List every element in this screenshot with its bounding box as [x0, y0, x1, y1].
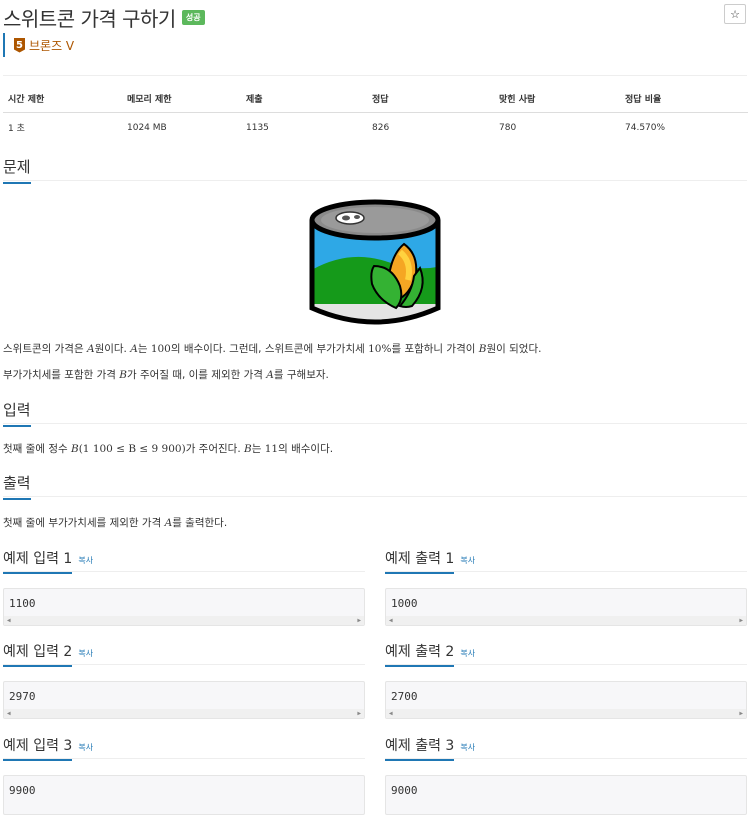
table-cell: 780 — [499, 122, 517, 133]
divider — [3, 423, 747, 424]
table-cell: 1 초 — [8, 124, 25, 134]
table-cell: 1135 — [246, 122, 269, 133]
text: 부가가치세를 포함한 가격 — [3, 369, 120, 381]
scroll-right-icon[interactable]: ▶ — [739, 617, 743, 624]
scroll-left-icon[interactable]: ◀ — [389, 710, 393, 717]
sample-output-text: 9000 — [391, 784, 418, 797]
star-button[interactable]: ☆ — [724, 4, 746, 24]
divider — [3, 496, 747, 497]
description-paragraph-2: 부가가치세를 포함한 가격 B가 주어질 때, 이를 제외한 가격 A를 구해보… — [3, 367, 329, 382]
copy-button[interactable]: 복사 — [78, 648, 93, 659]
description-paragraph-1: 스위트콘의 가격은 A원이다. A는 100의 배수이다. 그런데, 스위트콘에… — [3, 341, 541, 356]
problem-info-table: 시간 제한 메모리 제한 제출 정답 맞힌 사람 정답 비율 1 초 1024 … — [3, 88, 748, 142]
table-header: 맞힌 사람 — [494, 88, 620, 113]
divider — [385, 664, 747, 665]
text: 첫째 줄에 정수 — [3, 443, 71, 455]
sample-input-1-box[interactable]: 1100 ◀ ▶ — [3, 588, 365, 626]
output-description: 첫째 줄에 부가가치세를 제외한 가격 A를 출력한다. — [3, 515, 227, 530]
divider — [3, 664, 365, 665]
math-var: A — [266, 369, 274, 381]
copy-button[interactable]: 복사 — [460, 742, 475, 753]
scroll-right-icon[interactable]: ▶ — [739, 710, 743, 717]
table-row: 1 초 1024 MB 1135 826 780 74.570% — [3, 113, 748, 143]
text: 첫째 줄에 부가가치세를 제외한 가격 — [3, 517, 165, 529]
table-cell: 1024 MB — [127, 122, 167, 133]
math-num: 10% — [368, 343, 392, 355]
page-title: 스위트콘 가격 구하기 — [3, 7, 176, 31]
sample-input-3-box[interactable]: 9900 — [3, 775, 365, 815]
table-header: 정답 — [367, 88, 494, 113]
text: 의 배수이다. 그런데, 스위트콘에 부가가치세 — [170, 343, 369, 355]
input-description: 첫째 줄에 정수 B(1 100 ≤ B ≤ 9 900)가 주어진다. B는 … — [3, 441, 333, 456]
horizontal-scrollbar[interactable]: ◀ ▶ — [4, 709, 364, 718]
sample-input-2-box[interactable]: 2970 ◀ ▶ — [3, 681, 365, 719]
sample-output-text: 2700 — [391, 690, 418, 703]
sample-output-2-box[interactable]: 2700 ◀ ▶ — [385, 681, 747, 719]
tier-link[interactable]: 5 브론즈 V — [3, 33, 74, 57]
table-header: 정답 비율 — [620, 88, 748, 113]
table-cell: 74.570% — [625, 122, 666, 133]
math-var: B — [244, 443, 252, 455]
math-var: B — [70, 443, 79, 455]
text: 가 주어진다. — [185, 443, 245, 455]
sample-output-1-box[interactable]: 1000 ◀ ▶ — [385, 588, 747, 626]
copy-button[interactable]: 복사 — [78, 555, 93, 566]
text: 는 — [137, 343, 151, 355]
divider — [385, 571, 747, 572]
text: 를 구해보자. — [273, 369, 329, 381]
sample-output-3-box[interactable]: 9000 — [385, 775, 747, 815]
math-var: B — [119, 369, 127, 381]
math-var: A — [130, 343, 138, 355]
table-header-row: 시간 제한 메모리 제한 제출 정답 맞힌 사람 정답 비율 — [3, 88, 748, 113]
sweet-corn-can-image — [309, 199, 441, 325]
copy-button[interactable]: 복사 — [460, 555, 475, 566]
scroll-left-icon[interactable]: ◀ — [7, 710, 11, 717]
math-num: 100 — [150, 343, 171, 355]
text: 원이다. — [94, 343, 131, 355]
math-var: A — [86, 343, 95, 355]
math-num: 11 — [264, 443, 279, 455]
title-row: 스위트콘 가격 구하기 성공 — [3, 3, 205, 32]
tier-label: 브론즈 V — [29, 38, 75, 53]
text: 가 주어질 때, 이를 제외한 가격 — [127, 369, 267, 381]
sample-output-text: 1000 — [391, 597, 418, 610]
status-badge: 성공 — [181, 10, 205, 25]
tier-icon: 5 — [14, 37, 25, 53]
table-header: 시간 제한 — [3, 88, 122, 113]
divider — [385, 758, 747, 759]
scroll-right-icon[interactable]: ▶ — [357, 710, 361, 717]
text: 스위트콘의 가격은 — [3, 343, 87, 355]
scroll-right-icon[interactable]: ▶ — [357, 617, 361, 624]
text: 를 출력한다. — [172, 517, 228, 529]
sample-input-text: 2970 — [9, 690, 36, 703]
sample-input-text: 9900 — [9, 784, 36, 797]
text: 를 포함하니 가격이 — [391, 343, 479, 355]
table-header: 제출 — [241, 88, 367, 113]
divider — [3, 571, 365, 572]
scroll-left-icon[interactable]: ◀ — [7, 617, 11, 624]
text: 의 배수이다. — [278, 443, 334, 455]
copy-button[interactable]: 복사 — [78, 742, 93, 753]
horizontal-scrollbar[interactable]: ◀ ▶ — [386, 709, 746, 718]
scroll-left-icon[interactable]: ◀ — [389, 617, 393, 624]
divider — [3, 75, 747, 76]
table-header: 메모리 제한 — [122, 88, 241, 113]
text: 원이 되었다. — [486, 343, 542, 355]
table-cell: 826 — [372, 122, 390, 133]
horizontal-scrollbar[interactable]: ◀ ▶ — [386, 616, 746, 625]
text: 는 — [251, 443, 265, 455]
math-range: (1 100 ≤ B ≤ 9 900) — [78, 443, 186, 455]
copy-button[interactable]: 복사 — [460, 648, 475, 659]
divider — [3, 758, 365, 759]
divider — [3, 180, 747, 181]
horizontal-scrollbar[interactable]: ◀ ▶ — [4, 616, 364, 625]
sample-input-text: 1100 — [9, 597, 36, 610]
